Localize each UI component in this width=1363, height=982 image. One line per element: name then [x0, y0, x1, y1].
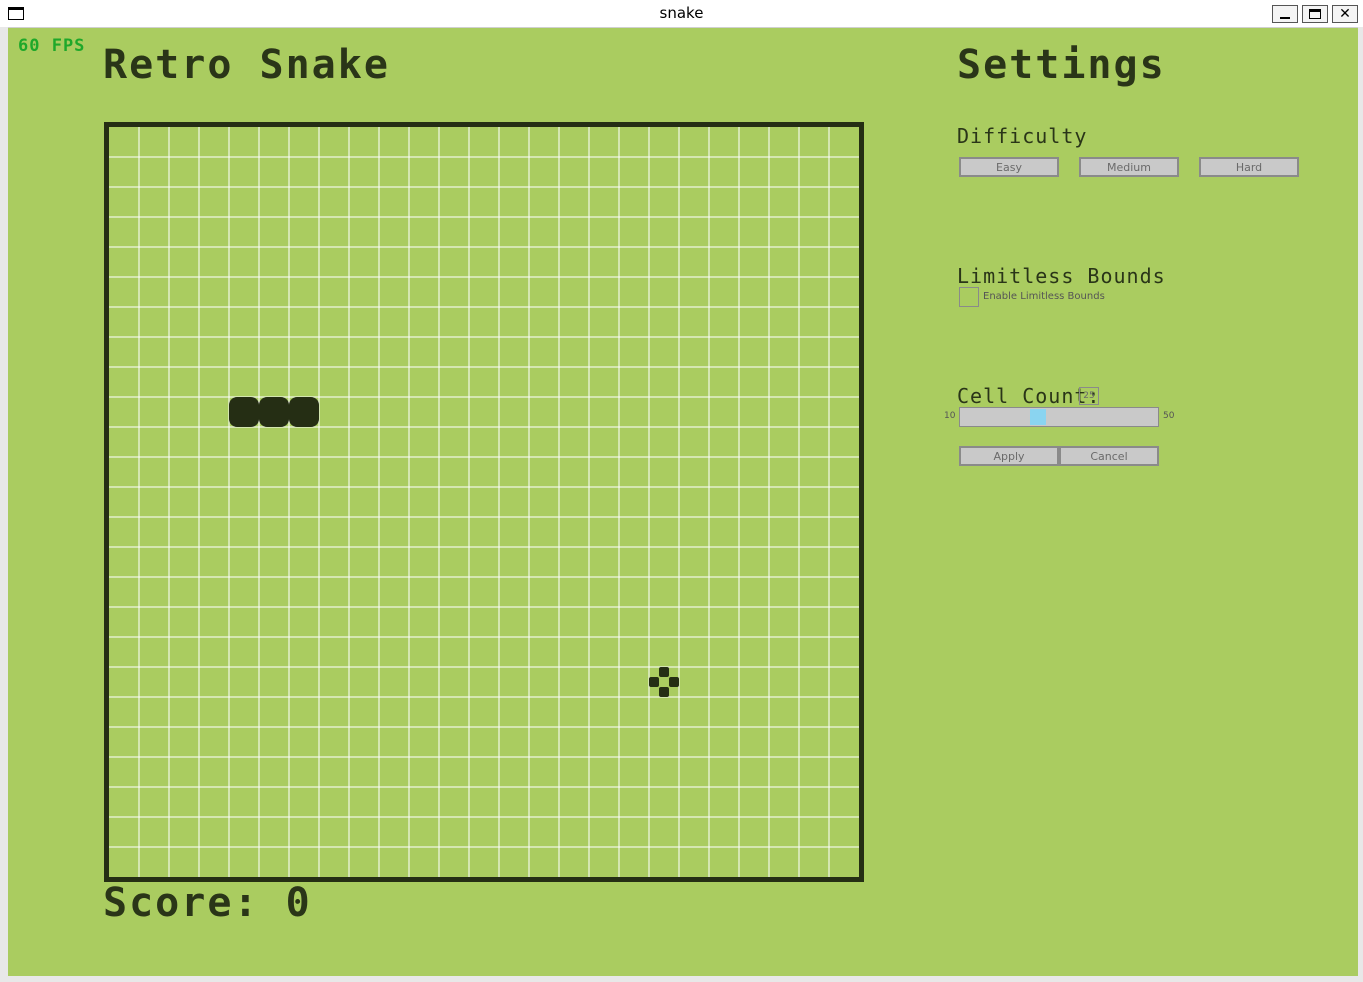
close-button[interactable]: ✕ — [1332, 5, 1358, 23]
cancel-button[interactable]: Cancel — [1059, 446, 1159, 466]
food-block — [659, 667, 669, 677]
game-title: Retro Snake — [103, 42, 390, 88]
cell-count-slider[interactable] — [959, 407, 1159, 427]
minimize-button[interactable] — [1272, 5, 1298, 23]
apply-button[interactable]: Apply — [959, 446, 1059, 466]
slider-max-label: 50 — [1163, 411, 1175, 421]
cell-count-value: 25 — [1079, 387, 1099, 405]
fps-counter: 60 FPS — [18, 36, 86, 56]
score-display: Score: 0 — [103, 880, 312, 926]
board-grid — [109, 127, 859, 877]
difficulty-hard-button[interactable]: Hard — [1199, 157, 1299, 177]
window-frame-left — [0, 27, 8, 982]
settings-title: Settings — [957, 42, 1166, 88]
window-frame-bottom — [0, 976, 1363, 982]
food-block — [669, 677, 679, 687]
game-canvas: 60 FPS Retro Snake Score: 0 Settings Dif… — [8, 28, 1358, 976]
snake-segment — [259, 397, 289, 427]
close-icon: ✕ — [1339, 6, 1351, 22]
food-block — [649, 677, 659, 687]
maximize-icon — [1309, 9, 1321, 19]
snake-segment — [229, 397, 259, 427]
food-block — [659, 687, 669, 697]
slider-min-label: 10 — [944, 411, 956, 421]
maximize-button[interactable] — [1302, 5, 1328, 23]
window-frame-right — [1358, 27, 1363, 982]
difficulty-label: Difficulty — [957, 124, 1088, 148]
difficulty-medium-button[interactable]: Medium — [1079, 157, 1179, 177]
difficulty-easy-button[interactable]: Easy — [959, 157, 1059, 177]
window-titlebar: snake ✕ — [0, 0, 1363, 28]
slider-thumb[interactable] — [1030, 409, 1047, 425]
limitless-bounds-checkbox-label[interactable]: Enable Limitless Bounds — [983, 291, 1105, 302]
limitless-bounds-label: Limitless Bounds — [957, 264, 1166, 288]
limitless-bounds-checkbox[interactable] — [959, 287, 979, 307]
food-icon — [649, 667, 679, 697]
snake-segment — [289, 397, 319, 427]
window-title: snake — [659, 4, 704, 22]
game-board — [104, 122, 864, 882]
minimize-icon — [1280, 17, 1290, 19]
